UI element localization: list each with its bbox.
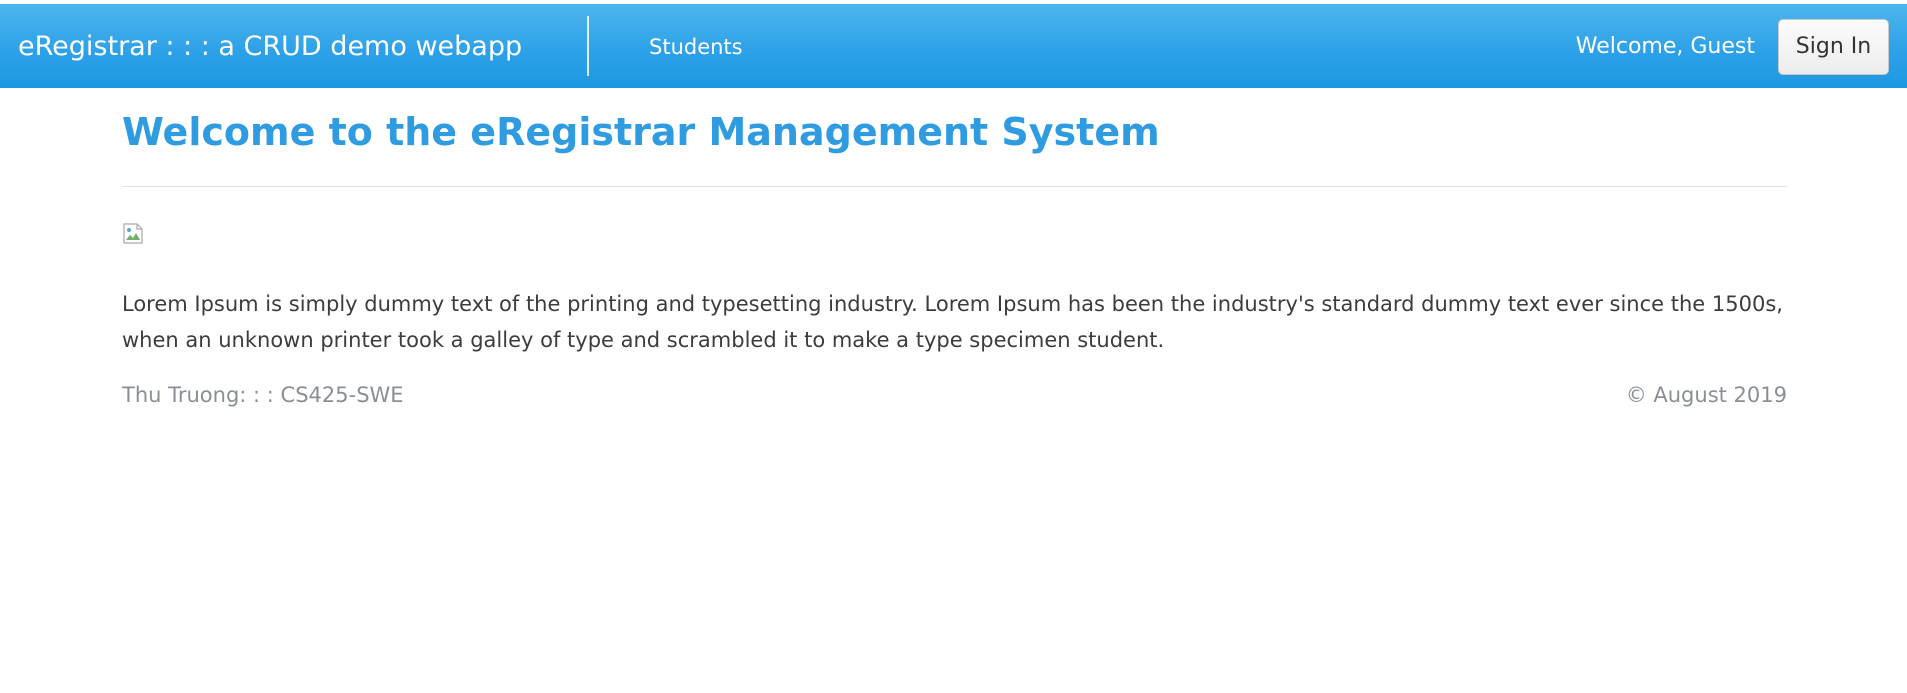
broken-image-icon: [122, 223, 146, 245]
footer-author: Thu Truong: : : CS425-SWE: [122, 383, 404, 407]
intro-paragraph: Lorem Ipsum is simply dummy text of the …: [122, 292, 1783, 352]
top-navbar: eRegistrar : : : a CRUD demo webapp Stud…: [0, 4, 1907, 88]
footer-copyright: © August 2019: [1625, 383, 1787, 407]
nav-link-students[interactable]: Students: [649, 4, 743, 88]
brand-title[interactable]: eRegistrar : : : a CRUD demo webapp: [18, 4, 522, 88]
welcome-message: Welcome, Guest: [1575, 34, 1755, 59]
nav-divider: [587, 16, 589, 76]
sign-in-button[interactable]: Sign In: [1778, 19, 1889, 75]
title-divider: [122, 186, 1787, 187]
page-title: Welcome to the eRegistrar Management Sys…: [122, 110, 1160, 154]
